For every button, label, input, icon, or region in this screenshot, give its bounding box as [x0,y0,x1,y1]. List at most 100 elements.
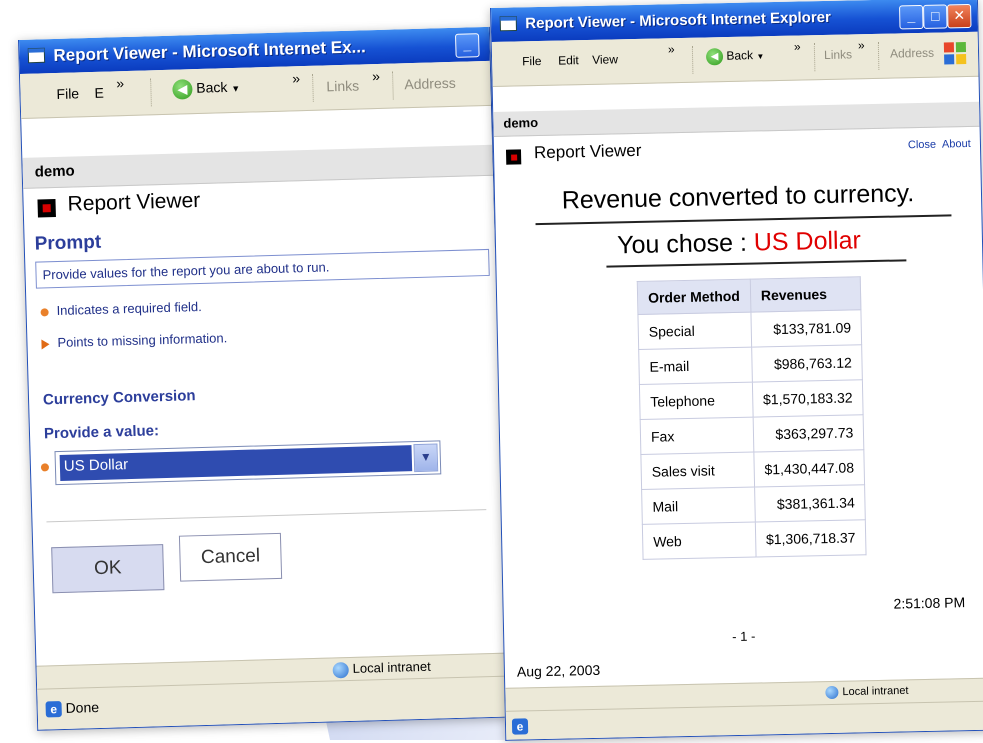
globe-icon [332,661,349,679]
window-title: Report Viewer - Microsoft Internet Explo… [525,8,832,33]
toolbar-separator [150,78,154,107]
toolbar-separator [877,41,882,70]
status-text: e Done [45,699,99,718]
report-viewer-logo-icon [37,199,56,218]
report-viewer-logo-icon [505,149,522,165]
column-header: Revenues [750,276,862,313]
revenue-cell: $133,781.09 [750,309,862,348]
table-row: Telephone $1,570,183.32 [639,379,864,420]
back-button[interactable]: ◀ Back ▼ [705,47,765,66]
about-link[interactable]: About [942,138,971,151]
order-method-cell: Sales visit [640,452,755,490]
required-bullet-icon [40,307,49,317]
table-row: Fax $363,297.73 [640,414,865,455]
report-viewer-title: Report Viewer [533,140,642,163]
missing-arrow-icon [41,338,50,350]
required-bullet-icon [40,463,50,472]
maximize-button[interactable]: □ [923,4,948,29]
prompt-heading: Prompt [34,231,102,255]
missing-info-note: Points to missing information. [41,330,227,350]
table-row: E-mail $986,763.12 [638,344,863,385]
status-text: e [511,717,529,735]
order-method-cell: Fax [640,417,754,455]
menu-view[interactable]: View [592,52,618,67]
order-method-cell: Special [637,312,752,350]
report-date: Aug 22, 2003 [516,661,601,680]
minimize-button[interactable]: _ [899,4,924,30]
app-header: demo [22,144,493,189]
windows-logo-icon [942,40,969,67]
close-link[interactable]: Close [908,139,936,152]
menu-file[interactable]: File [522,54,542,68]
page-number: - 1 - [732,628,756,645]
back-button[interactable]: ◀ Back ▼ [172,78,240,100]
links-button[interactable]: Links [326,77,359,94]
order-method-cell: Web [642,522,756,560]
ie-page-icon: e [511,718,529,735]
toolbar-separator [392,71,396,100]
divider [46,509,487,523]
app-header: demo [493,101,980,137]
currency-conversion-label: Currency Conversion [42,387,196,409]
chosen-currency-line: You chose : US Dollar [616,226,862,260]
report-time: 2:51:08 PM [893,594,966,612]
revenue-cell: $1,570,183.32 [752,379,864,418]
toolbar-separator [312,73,316,102]
chosen-underline [606,259,907,268]
back-arrow-icon: ◀ [705,48,724,66]
chosen-currency-value: US Dollar [753,226,862,257]
chevron-down-icon[interactable]: ▼ [413,443,439,473]
toolbar-separator [691,45,696,74]
menu-file[interactable]: File [56,85,79,102]
ok-button[interactable]: OK [51,544,165,594]
currency-selected-value: US Dollar [59,445,413,481]
address-label: Address [404,74,456,93]
menu-edit[interactable]: Edit [558,53,579,67]
links-chevron[interactable]: » [372,68,380,84]
table-row: Special $133,781.09 [637,309,862,350]
table-header-row: Order Method Revenues [637,276,862,315]
order-method-cell: Telephone [639,382,753,420]
revenue-table: Order Method Revenues Special $133,781.09… [636,276,867,560]
revenue-cell: $1,430,447.08 [753,449,865,488]
column-header: Order Method [637,279,751,315]
toolbar-chevron[interactable]: » [292,70,300,86]
back-arrow-icon: ◀ [172,79,193,100]
table-row: Mail $381,361.34 [641,484,866,525]
report-browser-window: Report Viewer - Microsoft Internet Explo… [490,0,983,741]
ie-page-icon: e [45,701,62,718]
ie-window-icon [499,15,517,32]
provide-value-label: Provide a value: [43,422,160,443]
zone-indicator: Local intranet [332,659,431,679]
globe-icon [825,685,839,700]
menu-edit[interactable]: E [94,85,104,101]
title-underline [535,214,952,226]
ie-window-icon [27,47,46,64]
toolbar-chevron[interactable]: » [794,40,801,54]
zone-indicator: Local intranet [825,684,909,700]
revenue-cell: $986,763.12 [751,344,863,383]
toolbar: File Edit View » ◀ Back ▼ » Links » Addr… [491,31,979,87]
cancel-button[interactable]: Cancel [178,532,283,582]
dropdown-arrow-icon: ▼ [231,83,241,94]
report-viewer-title: Report Viewer [67,188,201,216]
order-method-cell: E-mail [638,347,753,385]
report-title: Revenue converted to currency. [561,179,915,215]
menu-chevron[interactable]: » [116,75,124,91]
links-button[interactable]: Links [824,47,852,62]
order-method-cell: Mail [641,487,756,525]
dropdown-arrow-icon: ▼ [756,51,765,62]
revenue-cell: $1,306,718.37 [755,519,867,558]
revenue-cell: $363,297.73 [752,414,865,453]
revenue-cell: $381,361.34 [754,484,866,523]
menu-chevron[interactable]: » [668,42,675,56]
table-row: Sales visit $1,430,447.08 [640,449,865,490]
links-chevron[interactable]: » [858,38,865,52]
close-button[interactable]: ✕ [947,3,972,29]
table-row: Web $1,306,718.37 [642,519,867,560]
window-title: Report Viewer - Microsoft Internet Ex... [53,37,366,66]
prompt-browser-window: Report Viewer - Microsoft Internet Ex...… [18,26,510,731]
currency-select[interactable]: US Dollar ▼ [54,440,442,486]
toolbar-separator [813,43,818,72]
minimize-button[interactable]: _ [454,33,480,58]
